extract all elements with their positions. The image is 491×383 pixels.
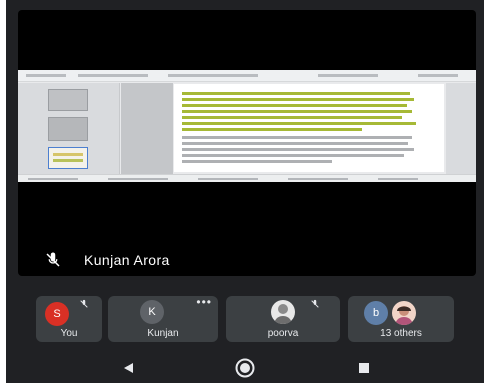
participant-name: Kunjan — [147, 328, 179, 339]
presenter-name: Kunjan Arora — [84, 252, 170, 268]
recents-square-icon — [359, 363, 369, 373]
document-gutter — [121, 83, 173, 174]
back-button[interactable] — [118, 358, 138, 378]
document-side-panel — [446, 83, 476, 174]
participant-tile-kunjan[interactable]: K ••• Kunjan — [108, 296, 218, 342]
shared-taskbar — [18, 174, 476, 182]
recents-button[interactable] — [354, 358, 374, 378]
avatar: b — [364, 301, 388, 325]
participant-tile-others[interactable]: b 13 others — [348, 296, 454, 342]
mic-off-icon — [311, 299, 319, 308]
avatar — [271, 300, 295, 324]
shared-screen — [18, 70, 476, 182]
person-photo-icon — [395, 306, 413, 325]
participant-name: poorva — [267, 328, 299, 339]
participant-strip: S You K ••• Kunjan poorva b 13 others — [36, 296, 466, 342]
avatar: S — [45, 302, 69, 326]
more-options-icon[interactable]: ••• — [196, 296, 212, 308]
participant-name: You — [60, 328, 78, 339]
home-button[interactable] — [235, 358, 255, 378]
avatar: K — [140, 300, 164, 324]
page-thumbnails — [18, 83, 120, 174]
system-nav-bar — [6, 350, 484, 383]
presenter-stage[interactable]: Kunjan Arora — [18, 10, 476, 276]
shared-app-toolbar — [18, 70, 476, 82]
avatar-photo — [392, 301, 416, 325]
home-circle-icon — [235, 358, 255, 378]
participant-tile-you[interactable]: S You — [36, 296, 102, 342]
meet-app-screen: Kunjan Arora S You K ••• Kunjan poorva b… — [6, 0, 484, 383]
mic-off-icon — [46, 252, 60, 267]
document-page — [174, 84, 444, 172]
presenter-label: Kunjan Arora — [44, 250, 170, 270]
mic-off-icon — [80, 299, 88, 308]
participant-tile-poorva[interactable]: poorva — [226, 296, 340, 342]
person-photo-icon — [274, 304, 292, 324]
participant-name: 13 others — [380, 328, 422, 339]
back-triangle-icon — [124, 363, 133, 373]
